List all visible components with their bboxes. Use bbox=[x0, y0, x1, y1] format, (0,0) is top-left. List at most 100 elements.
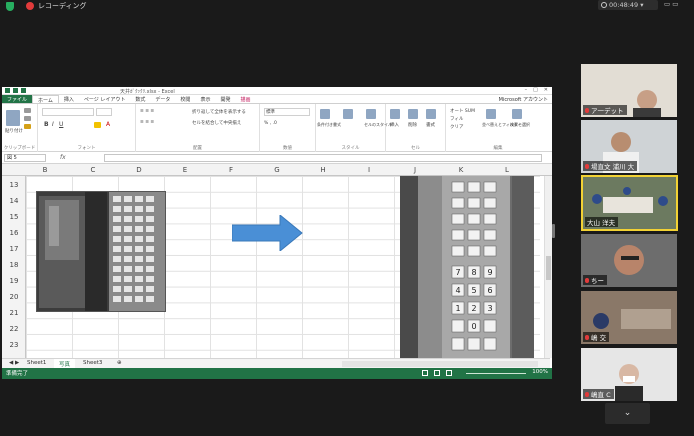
row-header[interactable]: 14 bbox=[2, 197, 26, 207]
row-header[interactable]: 23 bbox=[2, 341, 26, 351]
participant-tile-active-speaker[interactable]: 大山 洋夫 bbox=[581, 175, 678, 231]
merge-center-button[interactable]: セルを結合して中央揃え bbox=[192, 120, 241, 126]
participant-tile[interactable]: 嶋直 C bbox=[581, 348, 677, 401]
font-color-icon[interactable]: A bbox=[106, 121, 110, 128]
participant-tile[interactable]: 嶋 交 bbox=[581, 291, 677, 344]
row-header[interactable]: 13 bbox=[2, 181, 26, 191]
tab-developer[interactable]: 開発 bbox=[215, 95, 235, 103]
window-controls[interactable]: – □ ✕ bbox=[525, 87, 548, 93]
minimize-icon[interactable]: – bbox=[525, 87, 528, 93]
bold-icon[interactable]: B bbox=[44, 121, 49, 128]
sort-filter-icon[interactable] bbox=[486, 109, 496, 119]
view-buttons[interactable] bbox=[422, 370, 452, 376]
name-box[interactable]: 図 5 bbox=[4, 154, 46, 162]
keypad-key: 6 bbox=[487, 286, 492, 295]
participant-tile[interactable]: ちー bbox=[581, 234, 677, 287]
elevator-panel-photo-before[interactable] bbox=[36, 191, 166, 312]
column-header[interactable]: F bbox=[224, 166, 238, 174]
account-label[interactable]: Microsoft アカウント bbox=[499, 96, 548, 103]
align-icons-2[interactable]: ≡ ≡ ≡ bbox=[140, 120, 154, 125]
number-format-icons[interactable]: % , .0 bbox=[264, 121, 277, 126]
page-layout-view-icon[interactable] bbox=[434, 370, 440, 376]
clear-button[interactable]: クリア bbox=[450, 124, 464, 130]
format-cells-icon[interactable] bbox=[426, 109, 436, 119]
status-ready: 準備完了 bbox=[6, 371, 29, 377]
row-header[interactable]: 22 bbox=[2, 325, 26, 335]
wrap-text-button[interactable]: 折り返して全体を表示する bbox=[192, 109, 246, 115]
zoom-level[interactable]: 100% bbox=[532, 369, 548, 375]
ribbon: 貼り付け クリップボード B I U A フォント ≡ ≡ ≡ ≡ ≡ ≡ 折り… bbox=[2, 104, 552, 152]
autosum-button[interactable]: オート SUM bbox=[450, 108, 475, 114]
zoom-slider[interactable] bbox=[466, 373, 526, 374]
find-select-icon[interactable] bbox=[512, 109, 522, 119]
delete-cells-icon[interactable] bbox=[408, 109, 418, 119]
cut-icon[interactable] bbox=[24, 108, 31, 113]
maximize-icon[interactable]: □ bbox=[533, 87, 538, 93]
participant-tile[interactable]: ア一デット bbox=[581, 64, 677, 117]
tab-file[interactable]: ファイル bbox=[2, 95, 33, 103]
underline-icon[interactable]: U bbox=[59, 121, 63, 128]
copy-icon[interactable] bbox=[24, 116, 31, 121]
view-toggle-button[interactable]: ▭ ▭ bbox=[664, 0, 678, 8]
font-size-select[interactable] bbox=[96, 108, 112, 116]
column-header[interactable]: D bbox=[132, 166, 146, 174]
column-header[interactable]: G bbox=[270, 166, 284, 174]
scroll-thumb[interactable] bbox=[546, 256, 551, 280]
tab-home[interactable]: ホーム bbox=[32, 95, 59, 104]
tab-page-layout[interactable]: ページ レイアウト bbox=[79, 95, 131, 103]
save-icon[interactable] bbox=[5, 88, 10, 93]
normal-view-icon[interactable] bbox=[422, 370, 428, 376]
gallery-scroll-down-button[interactable]: ⌄ bbox=[605, 403, 650, 424]
tab-draw[interactable]: 描画 bbox=[235, 95, 255, 103]
elevator-keypad-photo-after[interactable]: 7 8 9 4 5 6 1 2 3 0 bbox=[400, 176, 534, 358]
row-header[interactable]: 15 bbox=[2, 213, 26, 223]
row-header[interactable]: 21 bbox=[2, 309, 26, 319]
column-header[interactable]: E bbox=[178, 166, 192, 174]
security-shield-icon[interactable] bbox=[6, 2, 14, 11]
row-header[interactable]: 16 bbox=[2, 229, 26, 239]
column-header[interactable]: B bbox=[38, 166, 52, 174]
fill-color-icon[interactable] bbox=[94, 122, 101, 128]
italic-icon[interactable]: I bbox=[52, 121, 54, 128]
panel-resize-handle[interactable] bbox=[552, 224, 555, 238]
undo-icon[interactable] bbox=[13, 88, 18, 93]
horizontal-scrollbar[interactable] bbox=[342, 361, 538, 367]
redo-icon[interactable] bbox=[21, 88, 26, 93]
quick-access-toolbar[interactable] bbox=[5, 88, 26, 93]
tab-insert[interactable]: 挿入 bbox=[59, 95, 79, 103]
meeting-timer[interactable]: 00:48:49 ▾ bbox=[598, 0, 658, 10]
tab-data[interactable]: データ bbox=[150, 95, 175, 103]
format-as-table-icon[interactable] bbox=[343, 109, 353, 119]
paste-icon[interactable] bbox=[6, 110, 20, 126]
add-sheet-icon[interactable]: ⊕ bbox=[112, 359, 127, 367]
sheet-tab[interactable]: Sheet3 bbox=[78, 359, 107, 367]
font-name-select[interactable] bbox=[42, 108, 94, 116]
row-header[interactable]: 20 bbox=[2, 293, 26, 303]
tab-formulas[interactable]: 数式 bbox=[130, 95, 150, 103]
align-icons[interactable]: ≡ ≡ ≡ bbox=[140, 109, 154, 114]
row-header[interactable]: 17 bbox=[2, 245, 26, 255]
column-header[interactable]: H bbox=[316, 166, 330, 174]
format-painter-icon[interactable] bbox=[24, 124, 31, 129]
close-icon[interactable]: ✕ bbox=[544, 87, 548, 93]
conditional-format-icon[interactable] bbox=[320, 109, 330, 119]
row-header[interactable]: 18 bbox=[2, 261, 26, 271]
page-break-view-icon[interactable] bbox=[446, 370, 452, 376]
right-arrow-shape[interactable] bbox=[232, 215, 304, 251]
tab-review[interactable]: 校閲 bbox=[175, 95, 195, 103]
formula-input[interactable] bbox=[104, 154, 542, 162]
column-header[interactable]: C bbox=[86, 166, 100, 174]
cell-styles-icon[interactable] bbox=[366, 109, 376, 119]
participant-tile[interactable]: 場直文 浦川 大 bbox=[581, 120, 677, 173]
fill-button[interactable]: フィル bbox=[450, 116, 463, 122]
insert-cells-icon[interactable] bbox=[390, 109, 400, 119]
column-header[interactable]: J bbox=[408, 166, 422, 174]
sheet-tab[interactable]: Sheet1 bbox=[22, 359, 51, 367]
column-header[interactable]: K bbox=[454, 166, 468, 174]
fx-icon[interactable]: fx bbox=[60, 154, 66, 161]
column-header[interactable]: L bbox=[500, 166, 514, 174]
tab-view[interactable]: 表示 bbox=[195, 95, 215, 103]
column-header[interactable]: I bbox=[362, 166, 376, 174]
row-header[interactable]: 19 bbox=[2, 277, 26, 287]
vertical-scrollbar[interactable] bbox=[544, 176, 552, 358]
